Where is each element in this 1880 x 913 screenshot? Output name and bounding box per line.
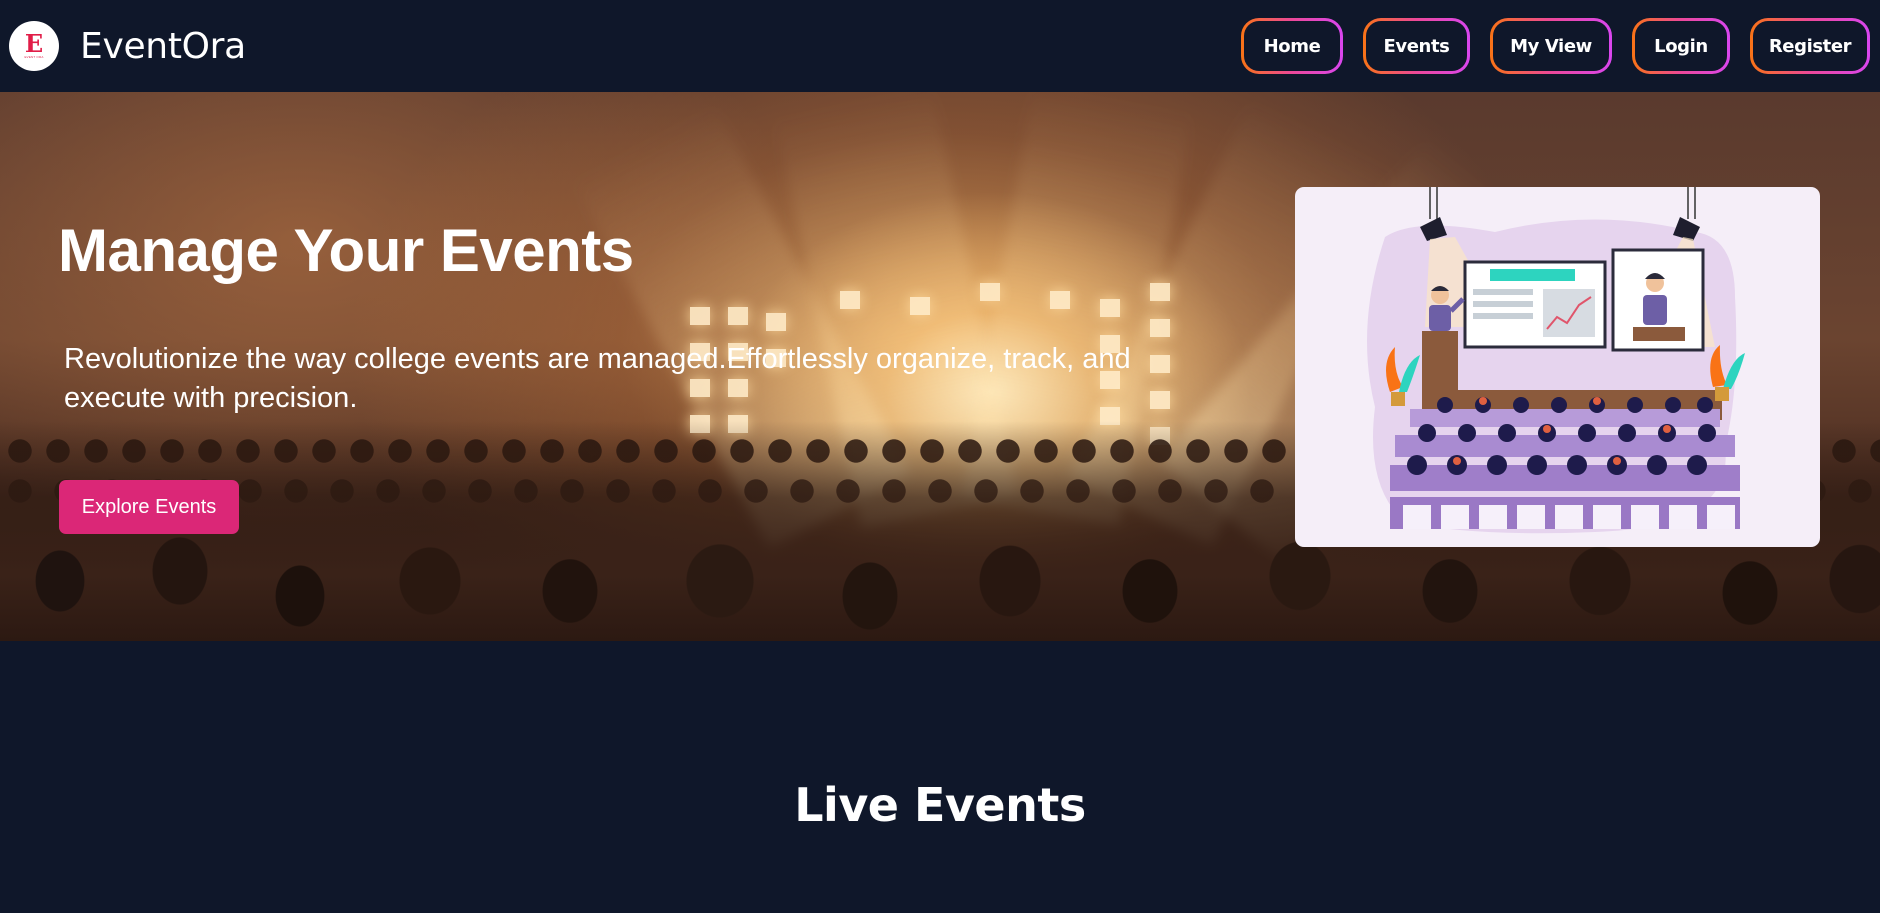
conference-illustration — [1367, 187, 1745, 534]
nav-register-label: Register — [1753, 21, 1867, 71]
nav-login-label: Login — [1635, 21, 1727, 71]
brand[interactable]: E EVENT ORA EventOra — [9, 21, 246, 71]
nav-my-view-label: My View — [1493, 21, 1609, 71]
hero-description: Revolutionize the way college events are… — [64, 343, 1131, 414]
nav-home-button[interactable]: Home — [1241, 18, 1343, 74]
hero-section: Manage Your Events Revolutionize the way… — [0, 92, 1880, 641]
brand-logo[interactable]: E EVENT ORA — [9, 21, 59, 71]
live-events-heading: Live Events — [794, 778, 1086, 832]
logo-mark: E — [24, 29, 44, 58]
hero-title: Manage Your Events — [58, 217, 634, 284]
explore-events-button[interactable]: Explore Events — [59, 480, 239, 534]
nav-events-label: Events — [1366, 21, 1467, 71]
navbar: E EVENT ORA EventOra Home Events My View… — [0, 0, 1880, 92]
logo-subtext: EVENT ORA — [24, 55, 44, 59]
nav-events-button[interactable]: Events — [1363, 18, 1470, 74]
brand-name[interactable]: EventOra — [80, 26, 246, 67]
nav-register-button[interactable]: Register — [1750, 18, 1870, 74]
nav-login-button[interactable]: Login — [1632, 18, 1730, 74]
hero-illustration — [1295, 187, 1820, 547]
nav-home-label: Home — [1244, 21, 1340, 71]
podium — [1422, 331, 1458, 391]
nav-my-view-button[interactable]: My View — [1490, 18, 1612, 74]
main-nav: Home Events My View Login Register — [1221, 18, 1870, 74]
